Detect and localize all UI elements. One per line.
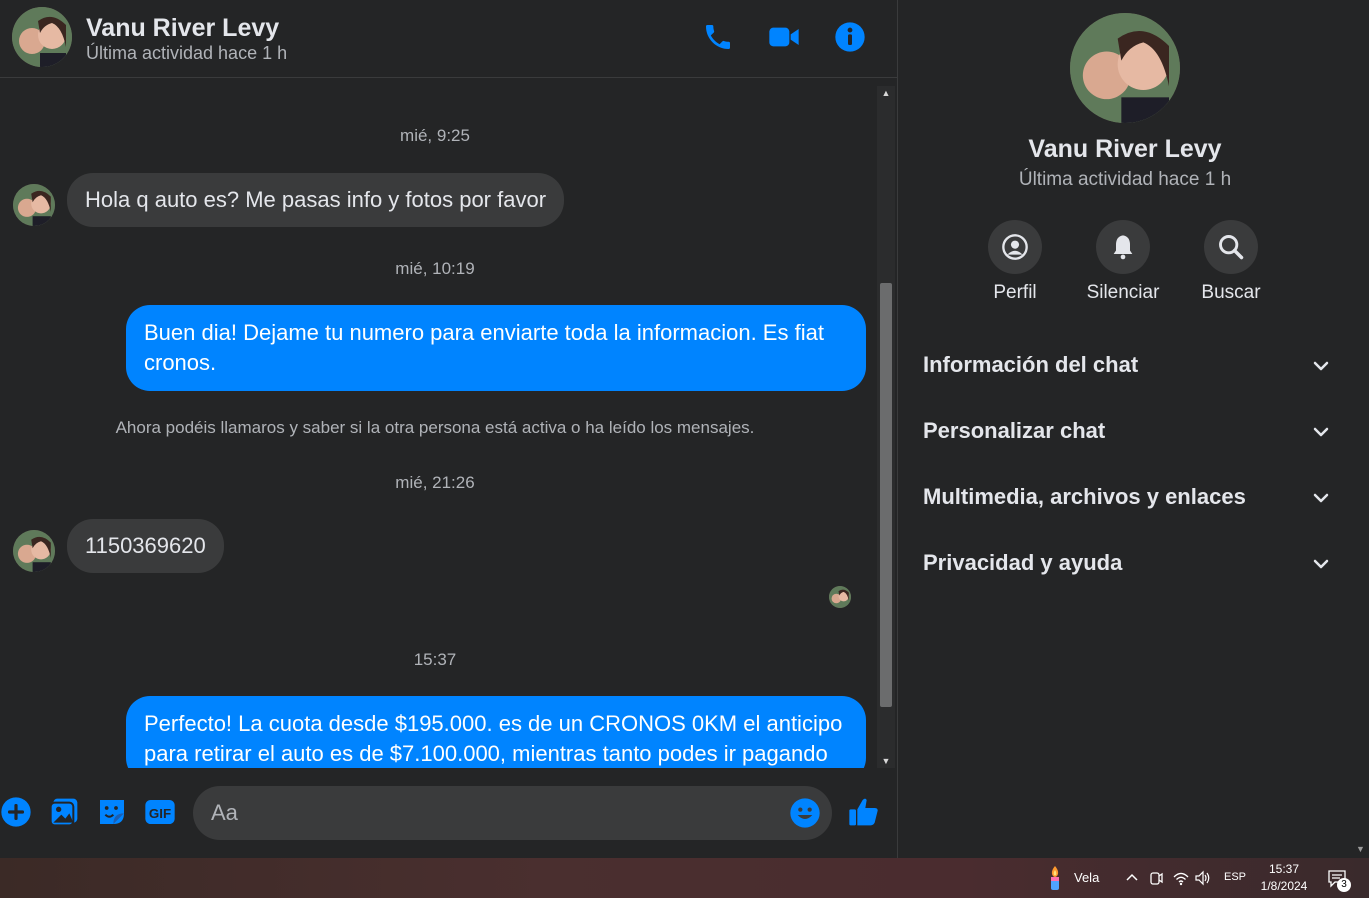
profile-label: Perfil [993,282,1037,303]
chevron-down-icon [1313,493,1329,503]
mute-button[interactable]: Silenciar [1078,220,1168,304]
message-list[interactable]: mié, 9:25 Hola q auto es? Me pasas info … [0,86,876,768]
chevron-down-icon [1313,427,1329,437]
timestamp: 15:37 [413,650,457,669]
incoming-message[interactable]: 1150369620 [67,519,224,573]
chat-header: Vanu River Levy Última actividad hace 1 … [0,0,897,78]
clock-date: 1/8/2024 [1260,879,1308,893]
message-avatar[interactable] [13,184,55,226]
chevron-down-icon [1313,361,1329,371]
message-avatar[interactable] [13,530,55,572]
section-label: Multimedia, archivos y enlaces [923,484,1246,509]
candle-weather-icon[interactable] [1045,865,1065,891]
messenger-app: Vanu River Levy Última actividad hace 1 … [0,0,1369,858]
section-label: Información del chat [923,352,1139,377]
outgoing-message[interactable]: Buen dia! Dejame tu numero para enviarte… [126,305,866,391]
chevron-up-icon[interactable] [1123,869,1141,887]
scroll-down-arrow-icon[interactable]: ▼ [1352,844,1369,858]
plus-icon[interactable] [0,796,32,828]
search-icon [1219,235,1244,260]
sticker-icon[interactable] [96,796,128,828]
section-privacy-help[interactable]: Privacidad y ayuda [923,544,1331,584]
taskbar: Vela ESP 15:37 1/8/2024 3 [0,858,1369,898]
language-indicator[interactable]: ESP [1224,871,1246,883]
emoji-icon[interactable] [789,797,821,829]
gif-icon[interactable]: GIF [144,796,176,828]
clock-time: 15:37 [1268,862,1300,876]
phone-call-icon[interactable] [702,20,734,54]
profile-name: Vanu River Levy [1028,135,1222,163]
search-label: Buscar [1201,282,1261,303]
timestamp: mié, 9:25 [400,126,470,145]
seen-indicator-avatar [829,586,851,608]
contact-status: Última actividad hace 1 h [86,43,288,63]
window-scrollbar[interactable]: ▼ [1352,0,1369,858]
profile-status: Última actividad hace 1 h [1018,169,1232,190]
profile-button[interactable]: Perfil [970,220,1060,304]
timestamp: mié, 10:19 [395,259,475,278]
mute-label: Silenciar [1086,282,1160,303]
profile-circle[interactable] [988,220,1042,274]
composer: GIF [0,770,897,858]
thumbs-up-icon[interactable] [848,796,880,828]
chat-pane: Vanu River Levy Última actividad hace 1 … [0,0,898,858]
message-input-box[interactable] [193,786,832,840]
section-customize-chat[interactable]: Personalizar chat [923,412,1331,452]
conversation-info-panel: Vanu River Levy Última actividad hace 1 … [899,0,1351,858]
mute-circle[interactable] [1096,220,1150,274]
profile-avatar[interactable] [1070,13,1180,123]
section-label: Privacidad y ayuda [923,550,1123,575]
weather-label[interactable]: Vela [1074,870,1099,885]
volume-icon[interactable] [1194,869,1212,887]
section-chat-info[interactable]: Información del chat [923,346,1331,386]
scroll-down-arrow-icon[interactable]: ▼ [877,754,895,768]
search-circle[interactable] [1204,220,1258,274]
clock[interactable]: 15:37 1/8/2024 [1252,861,1316,895]
chevron-down-icon [1313,559,1329,569]
search-button[interactable]: Buscar [1186,220,1276,304]
svg-text:GIF: GIF [149,806,171,821]
timestamp: mié, 21:26 [395,473,475,492]
scroll-up-arrow-icon[interactable]: ▲ [877,86,895,100]
info-icon[interactable] [834,20,866,54]
section-label: Personalizar chat [923,418,1106,443]
notification-count-badge: 3 [1337,878,1351,892]
outgoing-message[interactable]: Perfecto! La cuota desde $195.000. es de… [126,696,866,768]
system-notice: Ahora podéis llamaros y saber si la otra… [115,418,755,437]
photo-icon[interactable] [48,796,80,828]
scroll-thumb[interactable] [880,283,892,707]
chat-scrollbar[interactable]: ▲ ▼ [877,86,895,768]
section-media-files-links[interactable]: Multimedia, archivos y enlaces [923,478,1331,518]
contact-avatar[interactable] [12,7,72,67]
incoming-message[interactable]: Hola q auto es? Me pasas info y fotos po… [67,173,565,227]
video-call-icon[interactable] [768,20,800,54]
contact-name[interactable]: Vanu River Levy [86,14,279,43]
meet-now-icon[interactable] [1147,869,1165,887]
wifi-icon[interactable] [1172,869,1190,887]
user-icon [1002,234,1028,260]
message-input[interactable] [211,798,771,828]
bell-icon [1113,235,1133,260]
